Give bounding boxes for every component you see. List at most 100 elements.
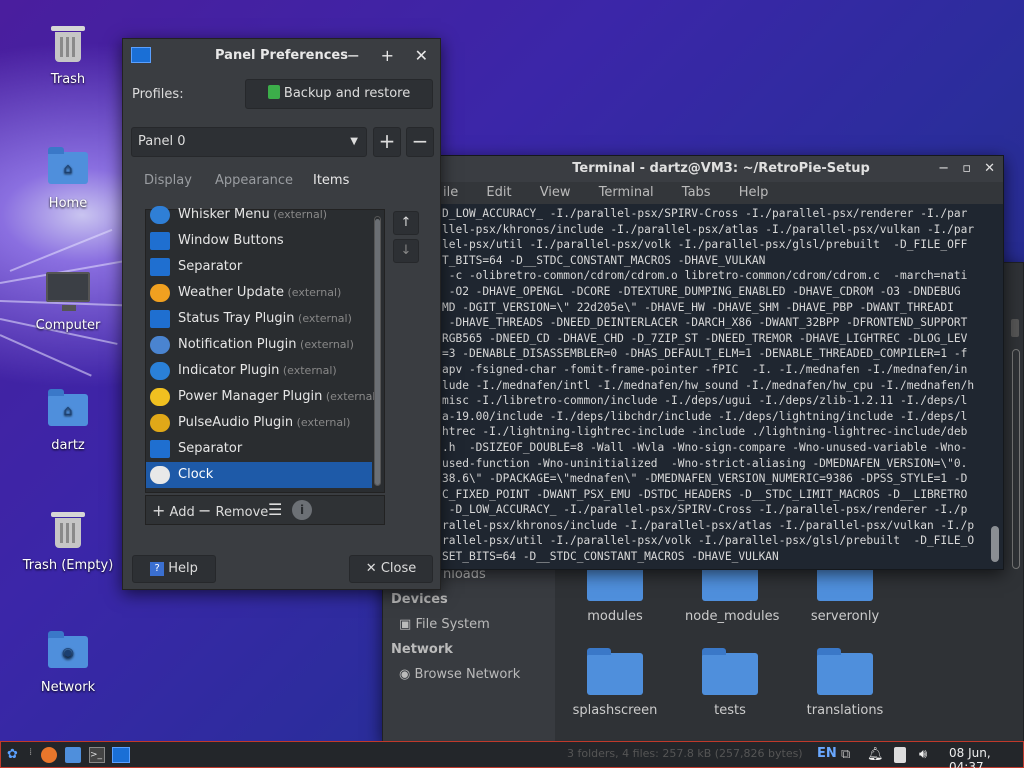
home-folder-icon: ⌂ xyxy=(46,388,90,432)
desktop-icon-label: Computer xyxy=(35,318,101,333)
menu-edit[interactable]: Edit xyxy=(486,185,511,200)
add-item-button[interactable]: + Add xyxy=(152,501,195,520)
sidebar-item-file-system[interactable]: ▣ File System xyxy=(399,617,490,632)
desktop-icon-computer[interactable]: Computer xyxy=(18,268,118,333)
list-item[interactable]: Whisker Menu (external) xyxy=(146,202,372,228)
sidebar-item-browse-network[interactable]: ◉ Browse Network xyxy=(399,667,520,682)
external-tag: (external) xyxy=(294,312,352,325)
list-item[interactable]: Status Tray Plugin (external) xyxy=(146,306,372,332)
scrollbar-thumb[interactable] xyxy=(375,219,380,485)
list-item[interactable]: Weather Update (external) xyxy=(146,280,372,306)
minimize-button[interactable]: − xyxy=(347,39,360,73)
close-button[interactable]: ✕ xyxy=(415,39,428,73)
folder-item[interactable]: translations xyxy=(800,648,890,718)
maximize-button[interactable]: ▫ xyxy=(962,156,971,182)
panel-preferences-task[interactable] xyxy=(112,747,130,763)
keyboard-layout[interactable]: EN xyxy=(817,746,837,761)
tab-items[interactable]: Items xyxy=(313,173,349,188)
whisker-menu-icon xyxy=(150,206,170,224)
list-item[interactable]: Notification Plugin (external) xyxy=(146,332,372,358)
menu-help[interactable]: Help xyxy=(739,185,769,200)
sidebar-header-network: Network xyxy=(391,642,453,657)
minimize-button[interactable]: − xyxy=(938,156,949,182)
firefox-icon[interactable] xyxy=(41,747,57,763)
item-about-button[interactable]: i xyxy=(292,500,312,520)
list-item[interactable]: Separator xyxy=(146,254,372,280)
menu-terminal[interactable]: Terminal xyxy=(599,185,654,200)
whisker-menu-icon[interactable]: ✿ xyxy=(7,747,23,763)
move-up-button[interactable]: ↑ xyxy=(393,211,419,235)
list-item-label: Clock xyxy=(178,467,214,482)
tab-display[interactable]: Display xyxy=(144,173,192,188)
separator-icon xyxy=(150,440,170,458)
file-manager-icon[interactable] xyxy=(65,747,81,763)
list-item[interactable]: Indicator Plugin (external) xyxy=(146,358,372,384)
terminal-window[interactable]: Terminal - dartz@VM3: ~/RetroPie-Setup −… xyxy=(438,155,1004,570)
remove-panel-button[interactable]: − xyxy=(406,127,434,157)
list-item[interactable]: PulseAudio Plugin (external) xyxy=(146,410,372,436)
external-tag: (external) xyxy=(269,208,328,221)
file-manager-toolbar-button[interactable] xyxy=(1011,319,1019,337)
list-item[interactable]: Clock xyxy=(146,462,372,488)
maximize-button[interactable]: + xyxy=(381,39,394,73)
panel-preferences-window[interactable]: Panel Preferences − + ✕ Profiles: Backup… xyxy=(122,38,441,590)
desktop-icon-trash-empty[interactable]: Trash (Empty) xyxy=(18,508,118,573)
tab-appearance[interactable]: Appearance xyxy=(215,173,293,188)
menu-tabs[interactable]: Tabs xyxy=(682,185,711,200)
network-icon[interactable]: ⧉ xyxy=(841,747,857,763)
list-item[interactable]: Power Manager Plugin (external) xyxy=(146,384,380,410)
folder-item[interactable]: tests xyxy=(685,648,775,718)
desktop-icon-trash[interactable]: Trash xyxy=(18,22,118,87)
list-item-label: Weather Update xyxy=(178,285,284,300)
terminal-titlebar[interactable]: Terminal - dartz@VM3: ~/RetroPie-Setup −… xyxy=(439,156,1003,182)
network-folder-icon: ◉ xyxy=(46,630,90,674)
terminal-scrollbar[interactable] xyxy=(991,210,999,562)
close-dialog-button[interactable]: ✕ Close xyxy=(349,555,433,583)
backup-restore-button[interactable]: Backup and restore xyxy=(245,79,433,109)
terminal-menubar: ile Edit View Terminal Tabs Help xyxy=(439,182,1003,204)
panel-preferences-titlebar[interactable]: Panel Preferences − + ✕ xyxy=(123,39,440,73)
move-down-button[interactable]: ↓ xyxy=(393,239,419,263)
add-panel-button[interactable]: + xyxy=(373,127,401,157)
terminal-output[interactable]: D_LOW_ACCURACY_ -I./parallel-psx/SPIRV-C… xyxy=(439,204,1003,564)
remove-item-button[interactable]: − Remove xyxy=(198,501,268,520)
item-preferences-button[interactable]: ☰ xyxy=(268,500,282,519)
panel-select[interactable]: Panel 0 ▼ xyxy=(131,127,367,157)
external-tag: (external) xyxy=(283,286,342,299)
close-button[interactable]: ✕ xyxy=(984,156,995,182)
terminal-icon[interactable]: >_ xyxy=(89,747,105,763)
terminal-title: Terminal - dartz@VM3: ~/RetroPie-Setup xyxy=(572,161,870,176)
desktop-icon-dartz[interactable]: ⌂ dartz xyxy=(18,388,118,453)
list-item[interactable]: Window Buttons xyxy=(146,228,372,254)
menu-view[interactable]: View xyxy=(540,185,571,200)
desktop-icon-network[interactable]: ◉ Network xyxy=(18,630,118,695)
volume-icon[interactable]: 🔊︎ xyxy=(919,747,935,763)
close-icon: ✕ xyxy=(365,561,377,576)
list-item-label: PulseAudio Plugin xyxy=(178,415,294,430)
desktop-icon-home[interactable]: ⌂ Home xyxy=(18,146,118,211)
notification-icon[interactable]: 🔔︎ xyxy=(867,747,884,763)
archive-icon xyxy=(267,85,280,99)
drive-icon: ▣ xyxy=(399,617,412,632)
taskbar: ✿ ⁞ >_ 3 folders, 4 files: 257.8 kB (257… xyxy=(0,741,1024,768)
scrollbar-thumb[interactable] xyxy=(991,526,999,562)
list-item-label: Separator xyxy=(178,259,243,274)
minus-icon: − xyxy=(198,501,212,520)
sidebar-header-devices: Devices xyxy=(391,592,448,607)
window-title: Panel Preferences xyxy=(215,48,348,63)
list-item[interactable]: Separator xyxy=(146,436,372,462)
status-tray-icon xyxy=(150,310,170,328)
clock[interactable]: 08 Jun, 04:37 xyxy=(949,746,1023,768)
folder-icon xyxy=(587,648,643,695)
items-list-scrollbar[interactable] xyxy=(374,216,381,486)
help-button[interactable]: ? Help xyxy=(132,555,216,583)
file-manager-scrollbar[interactable] xyxy=(1011,349,1021,589)
battery-icon[interactable] xyxy=(894,747,906,763)
items-list[interactable]: Whisker Menu (external) Window Buttons Sep… xyxy=(145,206,385,493)
menu-file[interactable]: ile xyxy=(443,185,458,200)
list-item-label: Whisker Menu xyxy=(178,207,270,222)
chevron-down-icon: ▼ xyxy=(350,136,358,147)
folder-item[interactable]: splashscreen xyxy=(570,648,660,718)
folder-icon xyxy=(817,648,873,695)
list-item-label: Status Tray Plugin xyxy=(178,311,295,326)
